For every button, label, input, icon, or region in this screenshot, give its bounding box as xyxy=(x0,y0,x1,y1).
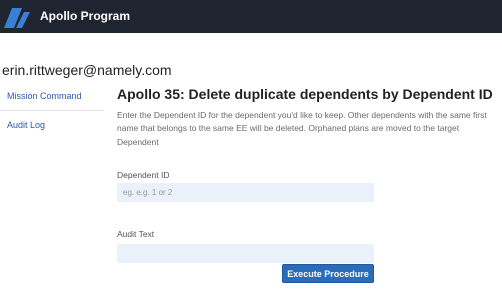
dependent-id-label: Dependent ID xyxy=(117,170,170,180)
user-email: erin.rittweger@namely.com xyxy=(2,62,172,78)
sidebar-item-mission-command[interactable]: Mission Command xyxy=(0,82,104,111)
main-content: Apollo 35: Delete duplicate dependents b… xyxy=(117,86,493,149)
sidebar: Mission Command Audit Log xyxy=(0,82,104,139)
page-title: Apollo 35: Delete duplicate dependents b… xyxy=(117,86,493,102)
audit-text-label: Audit Text xyxy=(117,229,155,239)
execute-procedure-button[interactable]: Execute Procedure xyxy=(282,264,374,283)
dependent-id-input[interactable] xyxy=(117,183,374,202)
sidebar-item-audit-log[interactable]: Audit Log xyxy=(0,111,104,139)
apollo-logo-icon[interactable] xyxy=(2,6,30,28)
app-title: Apollo Program xyxy=(40,9,131,23)
procedure-description: Enter the Dependent ID for the dependent… xyxy=(117,110,487,147)
top-bar: Apollo Program xyxy=(0,0,502,33)
audit-text-input[interactable] xyxy=(117,244,374,263)
